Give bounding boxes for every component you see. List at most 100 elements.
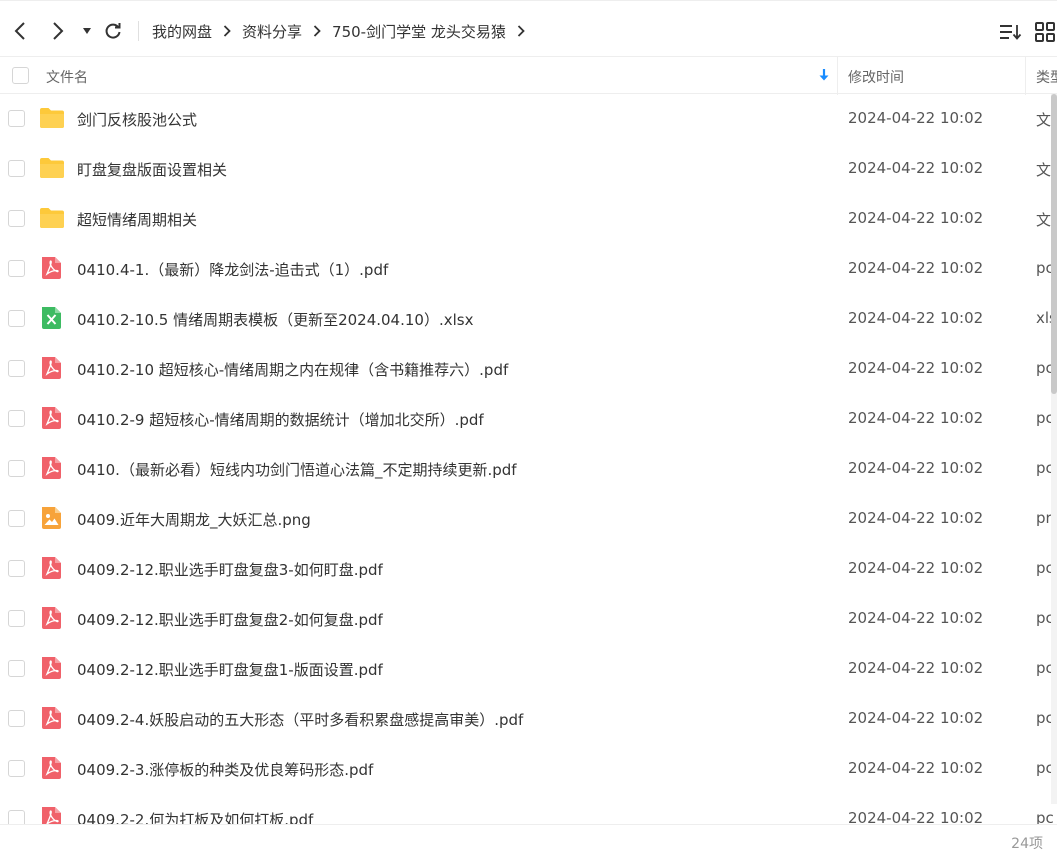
file-name[interactable]: 0410.2-10.5 情绪周期表模板（更新至2024.04.10）.xlsx: [77, 309, 473, 330]
refresh-button[interactable]: [100, 17, 126, 45]
folder-icon: [39, 206, 65, 230]
column-divider[interactable]: [837, 57, 838, 95]
file-name[interactable]: 剑门反核股池公式: [77, 109, 197, 130]
modified-time: 2024-04-22 10:02: [848, 359, 984, 377]
modified-time: 2024-04-22 10:02: [848, 259, 984, 277]
row-checkbox[interactable]: [8, 310, 25, 327]
chevron-right-icon: [223, 25, 231, 37]
row-checkbox[interactable]: [8, 410, 25, 427]
row-checkbox[interactable]: [8, 110, 25, 127]
table-header: 文件名 修改时间 类型: [0, 56, 1057, 95]
table-row[interactable]: 0409.2-4.妖股启动的五大形态（平时多看积累盘感提高审美）.pdf 2024…: [0, 694, 1057, 744]
table-row[interactable]: 0409.近年大周期龙_大妖汇总.png 2024-04-22 10:02 pr: [0, 494, 1057, 544]
history-dropdown-button[interactable]: [78, 17, 96, 45]
table-row[interactable]: 0410.2-10 超短核心-情绪周期之内在规律（含书籍推荐六）.pdf 2024…: [0, 344, 1057, 394]
table-row[interactable]: 0409.2-3.涨停板的种类及优良筹码形态.pdf 2024-04-22 10:…: [0, 744, 1057, 794]
row-checkbox[interactable]: [8, 160, 25, 177]
row-checkbox[interactable]: [8, 760, 25, 777]
table-row[interactable]: 0409.2-12.职业选手盯盘复盘3-如何盯盘.pdf 2024-04-22 1…: [0, 544, 1057, 594]
back-button[interactable]: [6, 17, 34, 45]
table-row[interactable]: 0410.2-10.5 情绪周期表模板（更新至2024.04.10）.xlsx 2…: [0, 294, 1057, 344]
row-checkbox[interactable]: [8, 560, 25, 577]
item-count: 24项: [1011, 836, 1043, 852]
table-row[interactable]: 剑门反核股池公式 2024-04-22 10:02 文: [0, 94, 1057, 144]
row-checkbox[interactable]: [8, 210, 25, 227]
file-name[interactable]: 0409.2-4.妖股启动的五大形态（平时多看积累盘感提高审美）.pdf: [77, 709, 523, 730]
pdf-icon: [39, 456, 65, 480]
row-checkbox[interactable]: [8, 660, 25, 677]
grid-icon: [1035, 22, 1055, 42]
grid-view-button[interactable]: [1034, 21, 1056, 43]
table-row[interactable]: 0410.（最新必看）短线内功剑门悟道心法篇_不定期持续更新.pdf 2024-0…: [0, 444, 1057, 494]
file-name[interactable]: 0410.4-1.（最新）降龙剑法-追击式（1）.pdf: [77, 259, 388, 280]
pdf-icon: [39, 756, 65, 780]
pdf-icon: [39, 356, 65, 380]
modified-time: 2024-04-22 10:02: [848, 559, 984, 577]
column-header-name[interactable]: 文件名: [46, 67, 88, 87]
column-header-type[interactable]: 类型: [1036, 67, 1057, 87]
folder-icon: [39, 106, 65, 130]
row-checkbox[interactable]: [8, 360, 25, 377]
pdf-icon: [39, 806, 65, 825]
row-checkbox[interactable]: [8, 260, 25, 277]
folder-icon: [39, 156, 65, 180]
row-checkbox[interactable]: [8, 460, 25, 477]
table-row[interactable]: 0410.2-9 超短核心-情绪周期的数据统计（增加北交所）.pdf 2024-0…: [0, 394, 1057, 444]
modified-time: 2024-04-22 10:02: [848, 609, 984, 627]
modified-time: 2024-04-22 10:02: [848, 509, 984, 527]
file-name[interactable]: 0409.2-2.何为打板及如何打板.pdf: [77, 809, 313, 825]
modified-time: 2024-04-22 10:02: [848, 309, 984, 327]
column-header-time[interactable]: 修改时间: [848, 67, 904, 87]
sort-list-icon: [1000, 25, 1022, 40]
scrollbar-thumb[interactable]: [1051, 94, 1057, 394]
file-type: pr: [1036, 509, 1052, 527]
chevron-left-icon: [14, 22, 25, 40]
sort-list-button[interactable]: [998, 21, 1022, 43]
file-name[interactable]: 0409.近年大周期龙_大妖汇总.png: [77, 509, 311, 530]
pdf-icon: [39, 406, 65, 430]
toolbar-divider: [138, 21, 139, 41]
excel-icon: [39, 306, 65, 330]
row-checkbox[interactable]: [8, 710, 25, 727]
row-checkbox[interactable]: [8, 810, 25, 825]
file-name[interactable]: 0409.2-12.职业选手盯盘复盘3-如何盯盘.pdf: [77, 559, 383, 580]
breadcrumb-item-current[interactable]: 750-剑门学堂 龙头交易猿: [332, 21, 506, 42]
chevron-right-icon: [53, 22, 64, 40]
modified-time: 2024-04-22 10:02: [848, 759, 984, 777]
table-row[interactable]: 盯盘复盘版面设置相关 2024-04-22 10:02 文: [0, 144, 1057, 194]
modified-time: 2024-04-22 10:02: [848, 109, 984, 127]
pdf-icon: [39, 706, 65, 730]
row-checkbox[interactable]: [8, 510, 25, 527]
table-row[interactable]: 0409.2-12.职业选手盯盘复盘1-版面设置.pdf 2024-04-22 1…: [0, 644, 1057, 694]
table-row[interactable]: 0409.2-2.何为打板及如何打板.pdf 2024-04-22 10:02 pc: [0, 794, 1057, 825]
image-icon: [39, 506, 65, 530]
row-checkbox[interactable]: [8, 610, 25, 627]
table-row[interactable]: 0409.2-12.职业选手盯盘复盘2-如何复盘.pdf 2024-04-22 1…: [0, 594, 1057, 644]
sort-down-icon[interactable]: [818, 68, 830, 86]
table-row[interactable]: 超短情绪周期相关 2024-04-22 10:02 文: [0, 194, 1057, 244]
breadcrumb-item-share[interactable]: 资料分享: [242, 21, 302, 42]
modified-time: 2024-04-22 10:02: [848, 709, 984, 727]
status-bar: 24项: [0, 824, 1057, 854]
breadcrumb: 我的网盘 资料分享 750-剑门学堂 龙头交易猿: [152, 19, 536, 43]
file-name[interactable]: 0410.（最新必看）短线内功剑门悟道心法篇_不定期持续更新.pdf: [77, 459, 517, 480]
toolbar: 我的网盘 资料分享 750-剑门学堂 龙头交易猿: [0, 0, 1057, 56]
file-name[interactable]: 盯盘复盘版面设置相关: [77, 159, 227, 180]
forward-button[interactable]: [44, 17, 72, 45]
breadcrumb-item-root[interactable]: 我的网盘: [152, 21, 212, 42]
caret-down-icon: [83, 28, 91, 34]
file-name[interactable]: 0410.2-10 超短核心-情绪周期之内在规律（含书籍推荐六）.pdf: [77, 359, 508, 380]
file-name[interactable]: 0409.2-12.职业选手盯盘复盘1-版面设置.pdf: [77, 659, 383, 680]
modified-time: 2024-04-22 10:02: [848, 409, 984, 427]
modified-time: 2024-04-22 10:02: [848, 459, 984, 477]
column-divider[interactable]: [1025, 57, 1026, 95]
select-all-checkbox[interactable]: [12, 67, 29, 84]
file-name[interactable]: 0410.2-9 超短核心-情绪周期的数据统计（增加北交所）.pdf: [77, 409, 484, 430]
file-name[interactable]: 0409.2-12.职业选手盯盘复盘2-如何复盘.pdf: [77, 609, 383, 630]
table-row[interactable]: 0410.4-1.（最新）降龙剑法-追击式（1）.pdf 2024-04-22 1…: [0, 244, 1057, 294]
file-name[interactable]: 超短情绪周期相关: [77, 209, 197, 230]
scrollbar[interactable]: [1051, 94, 1057, 804]
file-type: 文: [1036, 211, 1052, 229]
chevron-right-icon[interactable]: [517, 25, 525, 37]
file-name[interactable]: 0409.2-3.涨停板的种类及优良筹码形态.pdf: [77, 759, 373, 780]
